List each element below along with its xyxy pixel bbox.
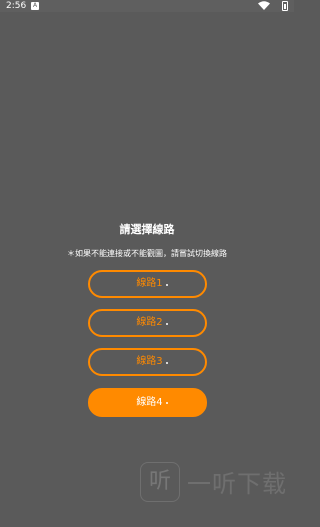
route-indicator-dot bbox=[166, 402, 168, 404]
status-bar: 2:56 A bbox=[0, 0, 294, 12]
battery-icon bbox=[282, 1, 288, 11]
route-2-button[interactable]: 線路2 bbox=[88, 309, 207, 337]
dialog-hint: ＊如果不能連接或不能觀圖，請嘗試切換線路 bbox=[67, 249, 227, 258]
route-indicator-dot bbox=[166, 362, 168, 364]
route-indicator-dot bbox=[166, 284, 168, 286]
watermark-logo-icon: 听 bbox=[140, 462, 180, 502]
dialog-title: 請選擇線路 bbox=[119, 223, 175, 236]
watermark-text: 一听下载 bbox=[187, 470, 287, 498]
route-label: 線路3 bbox=[136, 356, 163, 367]
route-label: 線路1 bbox=[136, 278, 163, 289]
route-1-button[interactable]: 線路1 bbox=[88, 270, 207, 298]
route-4-button[interactable]: 線路4 bbox=[88, 388, 207, 417]
status-time: 2:56 bbox=[6, 1, 27, 11]
route-label: 線路4 bbox=[136, 397, 163, 408]
route-label: 線路2 bbox=[136, 317, 163, 328]
route-3-button[interactable]: 線路3 bbox=[88, 348, 207, 376]
status-icons bbox=[258, 1, 288, 11]
route-indicator-dot bbox=[166, 323, 168, 325]
notification-icon: A bbox=[31, 2, 39, 10]
wifi-icon bbox=[258, 1, 270, 10]
watermark: 听 一听下载 bbox=[137, 460, 294, 527]
